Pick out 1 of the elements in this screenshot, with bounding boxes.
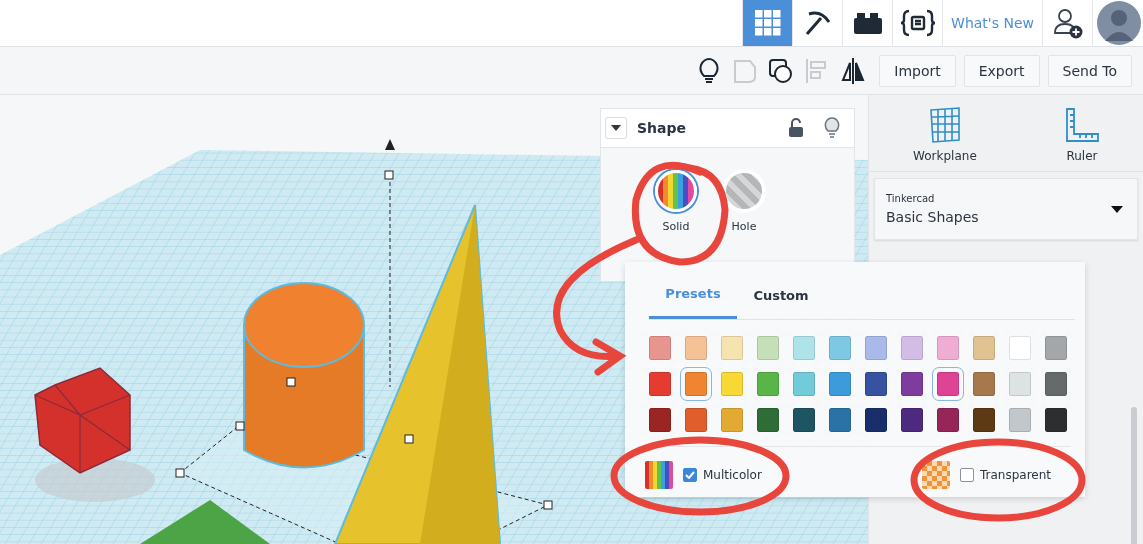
panel-title: Shape	[637, 120, 686, 136]
